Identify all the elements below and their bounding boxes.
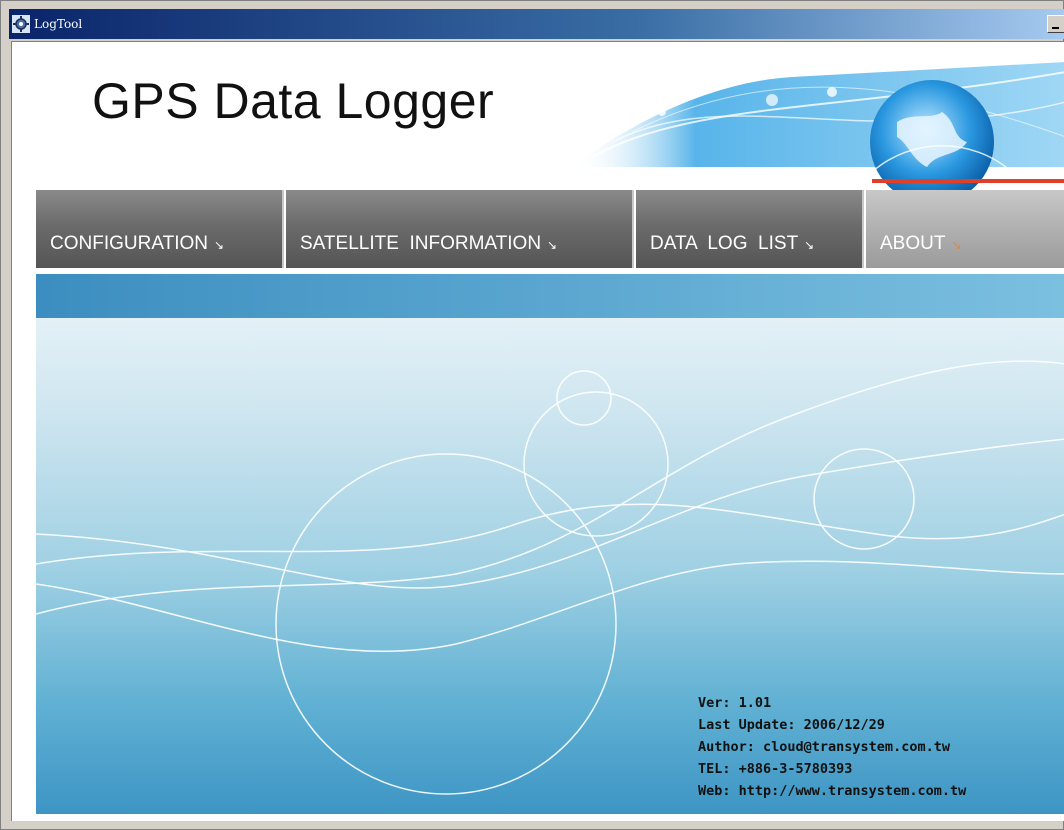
nav-tab-satellite-information[interactable]: SATELLITE INFORMATION ↘ — [286, 190, 634, 268]
web-text: Web: http://www.transystem.com.tw — [698, 783, 967, 799]
client-area: GPS Data Logger CONFIGURATION ↘ SATELLITE… — [11, 41, 1064, 821]
about-panel: Ver: 1.01 Last Update: 2006/12/29 Author: … — [36, 274, 1064, 814]
nav-tab-configuration[interactable]: CONFIGURATION ↘ — [36, 190, 284, 268]
arrow-down-right-icon: ↘ — [547, 238, 558, 252]
tel-text: TEL: +886-3-5780393 — [698, 761, 853, 777]
author-text: Author: cloud@transystem.com.tw — [698, 739, 950, 755]
page-title: GPS Data Logger — [92, 73, 495, 129]
main-nav: CONFIGURATION ↘ SATELLITE INFORMATION ↘ DA… — [36, 190, 1064, 268]
nav-tab-data-log-list[interactable]: DATA LOG LIST ↘ — [636, 190, 864, 268]
last-update-text: Last Update: 2006/12/29 — [698, 717, 885, 733]
app-window: LogTool GPS Data Logger CONFIGURATION ↘ … — [0, 0, 1064, 830]
gear-app-icon — [12, 15, 30, 33]
arrow-down-right-icon: ↘ — [951, 238, 962, 252]
minimize-button[interactable] — [1047, 15, 1064, 33]
nav-tab-label: DATA LOG LIST ↘ — [650, 233, 815, 254]
arrow-down-right-icon: ↘ — [804, 238, 815, 252]
nav-tab-label: ABOUT ↘ — [880, 233, 962, 254]
accent-line — [872, 179, 1064, 183]
nav-tab-label: CONFIGURATION ↘ — [50, 233, 225, 254]
nav-tab-about[interactable]: ABOUT ↘ — [866, 190, 1064, 268]
about-info: Ver: 1.01 Last Update: 2006/12/29 Author: … — [698, 692, 966, 802]
title-bar[interactable]: LogTool — [9, 9, 1064, 39]
window-title: LogTool — [34, 17, 83, 31]
nav-tab-label: SATELLITE INFORMATION ↘ — [300, 233, 558, 254]
arrow-down-right-icon: ↘ — [213, 238, 225, 252]
version-text: Ver: 1.01 — [698, 695, 772, 711]
header-banner: GPS Data Logger — [12, 42, 1064, 192]
